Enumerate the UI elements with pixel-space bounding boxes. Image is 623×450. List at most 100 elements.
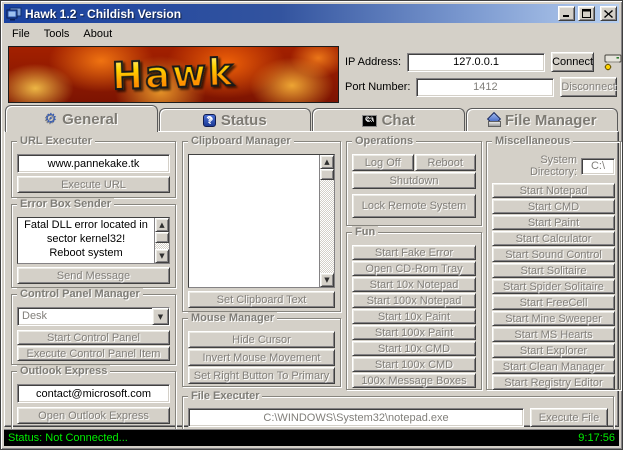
hawk-logo: Hawk [111, 50, 235, 98]
tab-status[interactable]: ? Status [159, 108, 312, 132]
general-tab-page: URL Executer Execute URL Error Box Sende… [4, 131, 619, 427]
fire-banner: Hawk [8, 46, 339, 103]
minimize-button[interactable] [558, 6, 575, 21]
operations-group: Operations Log Off Reboot Shutdown Lock … [346, 141, 482, 226]
start-registry-editor-button[interactable]: Start Registry Editor [492, 375, 615, 390]
log-off-button[interactable]: Log Off [352, 154, 414, 171]
start-10x-paint-button[interactable]: Start 10x Paint [352, 309, 476, 324]
execute-control-panel-item-button[interactable]: Execute Control Panel Item [17, 346, 170, 361]
url-input[interactable] [17, 154, 170, 173]
ip-address-input[interactable] [407, 53, 545, 72]
menu-about[interactable]: About [76, 26, 119, 42]
hide-cursor-button[interactable]: Hide Cursor [188, 331, 335, 348]
clipboard-manager-title: Clipboard Manager [188, 135, 294, 147]
start-100x-cmd-button[interactable]: Start 100x CMD [352, 357, 476, 372]
start-explorer-button[interactable]: Start Explorer [492, 343, 615, 358]
start-mine-sweeper-button[interactable]: Start Mine Sweeper [492, 311, 615, 326]
remote-monitor-icon[interactable] [6, 7, 22, 21]
outlook-express-group: Outlook Express Open Outlook Express [11, 371, 176, 431]
set-clipboard-text-button[interactable]: Set Clipboard Text [188, 291, 335, 308]
execute-file-button[interactable]: Execute File [530, 408, 608, 427]
file-path-input[interactable] [188, 408, 524, 427]
error-message-text: Fatal DLL error located in sector kernel… [18, 218, 154, 263]
port-number-label: Port Number: [345, 81, 410, 93]
set-right-button-primary-button[interactable]: Set Right Button To Primary [188, 367, 335, 384]
send-message-button[interactable]: Send Message [17, 267, 170, 284]
maximize-button[interactable] [578, 6, 595, 21]
error-message-box[interactable]: Fatal DLL error located in sector kernel… [17, 217, 170, 264]
fun-group: Fun Start Fake Error Open CD-Rom Tray St… [346, 232, 482, 390]
scroll-up-icon[interactable]: ▲ [320, 155, 334, 169]
operations-title: Operations [352, 135, 416, 147]
file-executer-title: File Executer [188, 390, 262, 402]
status-text: Status: Not Connected... [8, 432, 578, 444]
menubar: File Tools About [5, 25, 618, 43]
gears-icon: ⚙ [45, 112, 58, 126]
tab-chat[interactable]: Chat [312, 108, 465, 132]
clipboard-text-box[interactable]: ▲ ▼ [188, 154, 335, 288]
mouse-manager-title: Mouse Manager [188, 312, 277, 324]
system-directory-input[interactable] [581, 158, 615, 175]
minimize-icon [562, 9, 571, 18]
error-box-sender-title: Error Box Sender [17, 198, 114, 210]
start-freecell-button[interactable]: Start FreeCell [492, 295, 615, 310]
execute-url-button[interactable]: Execute URL [17, 176, 170, 193]
menu-file[interactable]: File [5, 26, 37, 42]
start-100x-notepad-button[interactable]: Start 100x Notepad [352, 293, 476, 308]
chevron-down-icon[interactable]: ▼ [152, 308, 169, 325]
shutdown-button[interactable]: Shutdown [352, 172, 476, 189]
start-clean-manager-button[interactable]: Start Clean Manager [492, 359, 615, 374]
clock-text: 9:17:56 [578, 432, 615, 444]
100x-message-boxes-button[interactable]: 100x Message Boxes [352, 373, 476, 388]
scroll-up-icon[interactable]: ▲ [155, 218, 169, 232]
tab-general-label: General [62, 111, 118, 128]
error-message-scrollbar[interactable]: ▲ ▼ [154, 218, 169, 263]
open-outlook-express-button[interactable]: Open Outlook Express [17, 407, 170, 424]
clipboard-text [189, 155, 319, 287]
start-paint-button[interactable]: Start Paint [492, 215, 615, 230]
url-executer-group: URL Executer Execute URL [11, 141, 176, 198]
start-sound-control-button[interactable]: Start Sound Control [492, 247, 615, 262]
start-ms-hearts-button[interactable]: Start MS Hearts [492, 327, 615, 342]
banner-row: Hawk IP Address: Connect Port N [1, 45, 622, 105]
scroll-down-icon[interactable]: ▼ [155, 249, 169, 263]
port-number-input[interactable] [416, 78, 554, 97]
tab-file-manager-label: File Manager [505, 112, 597, 129]
tab-file-manager[interactable]: File Manager [466, 108, 619, 132]
email-input[interactable] [17, 384, 170, 403]
app-window: Hawk 1.2 - Childish Version File Tools A… [0, 0, 623, 450]
scrollbar-thumb[interactable] [155, 232, 169, 243]
help-icon: ? [203, 114, 216, 127]
start-control-panel-button[interactable]: Start Control Panel [17, 330, 170, 345]
start-fake-error-button[interactable]: Start Fake Error [352, 245, 476, 260]
start-solitaire-button[interactable]: Start Solitaire [492, 263, 615, 278]
scroll-down-icon[interactable]: ▼ [320, 273, 334, 287]
start-10x-notepad-button[interactable]: Start 10x Notepad [352, 277, 476, 292]
start-spider-solitaire-button[interactable]: Start Spider Solitaire [492, 279, 615, 294]
scrollbar-thumb[interactable] [320, 169, 334, 180]
invert-mouse-movement-button[interactable]: Invert Mouse Movement [188, 349, 335, 366]
start-100x-paint-button[interactable]: Start 100x Paint [352, 325, 476, 340]
start-notepad-button[interactable]: Start Notepad [492, 183, 615, 198]
tab-general[interactable]: ⚙ General [5, 105, 158, 132]
reboot-button[interactable]: Reboot [415, 154, 477, 171]
disconnect-button[interactable]: Disconnect [560, 77, 616, 97]
miscellaneous-title: Miscellaneous [492, 135, 573, 147]
clipboard-scrollbar[interactable]: ▲ ▼ [319, 155, 334, 287]
menu-tools[interactable]: Tools [37, 26, 77, 42]
open-cdrom-tray-button[interactable]: Open CD-Rom Tray [352, 261, 476, 276]
lock-remote-system-button[interactable]: Lock Remote System [352, 194, 476, 218]
control-panel-manager-title: Control Panel Manager [17, 288, 143, 300]
start-cmd-button[interactable]: Start CMD [492, 199, 615, 214]
start-10x-cmd-button[interactable]: Start 10x CMD [352, 341, 476, 356]
control-panel-manager-group: Control Panel Manager Desk ▼ Start Contr… [11, 294, 176, 365]
maximize-icon [582, 9, 591, 18]
window-title: Hawk 1.2 - Childish Version [25, 7, 555, 21]
control-panel-item-select[interactable]: Desk ▼ [17, 307, 170, 326]
close-button[interactable] [600, 6, 617, 21]
connection-panel: IP Address: Connect Port Number: Discon [345, 46, 616, 103]
start-calculator-button[interactable]: Start Calculator [492, 231, 615, 246]
connect-button[interactable]: Connect [551, 52, 594, 72]
status-bar: Status: Not Connected... 9:17:56 [4, 429, 619, 446]
system-directory-label: System Directory: [492, 154, 577, 178]
